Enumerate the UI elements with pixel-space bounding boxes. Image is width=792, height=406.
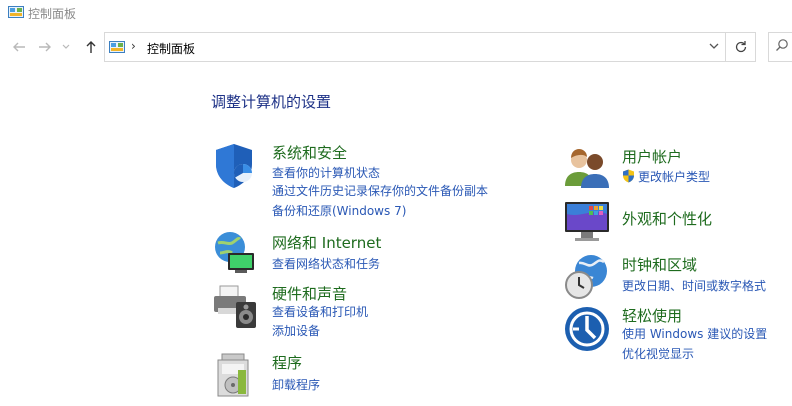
link-backup-restore[interactable]: 备份和还原(Windows 7) <box>272 202 406 219</box>
back-button[interactable] <box>10 38 28 56</box>
address-bar[interactable]: › 控制面板 <box>104 32 726 62</box>
recent-locations-button[interactable] <box>60 38 72 56</box>
category-ease-title[interactable]: 轻松使用 <box>622 305 682 326</box>
category-hardware: 硬件和声音 查看设备和打印机 添加设备 <box>212 282 532 340</box>
category-clock: 时钟和区域 更改日期、时间或数字格式 <box>563 253 788 301</box>
forward-button[interactable] <box>36 38 54 56</box>
users-icon[interactable] <box>563 146 611 194</box>
link-view-computer-status[interactable]: 查看你的计算机状态 <box>272 164 380 181</box>
link-file-history-backup[interactable]: 通过文件历史记录保存你的文件备份副本 <box>272 182 488 199</box>
link-optimize-visual-display[interactable]: 优化视觉显示 <box>622 345 694 362</box>
category-network: 网络和 Internet 查看网络状态和任务 <box>212 231 532 277</box>
control-panel-icon <box>109 41 125 53</box>
breadcrumb-separator[interactable]: › <box>131 39 136 53</box>
link-change-account-type[interactable]: 更改帐户类型 <box>622 168 710 185</box>
window-title: 控制面板 <box>28 7 77 21</box>
chevron-down-icon <box>709 43 719 49</box>
search-icon <box>776 39 788 51</box>
arrow-right-icon <box>39 42 51 52</box>
link-add-device[interactable]: 添加设备 <box>272 322 320 339</box>
category-accounts-title[interactable]: 用户帐户 <box>622 146 682 167</box>
category-appearance-title[interactable]: 外观和个性化 <box>622 208 712 229</box>
printer-speaker-icon[interactable] <box>212 282 260 330</box>
link-devices-printers[interactable]: 查看设备和打印机 <box>272 303 368 320</box>
refresh-button[interactable] <box>726 32 756 62</box>
address-dropdown-button[interactable] <box>709 40 719 53</box>
link-recommended-settings[interactable]: 使用 Windows 建议的设置 <box>622 325 767 342</box>
up-button[interactable] <box>82 38 100 56</box>
arrow-left-icon <box>13 42 25 52</box>
chevron-down-icon <box>62 44 70 49</box>
security-shield-icon[interactable] <box>212 142 260 190</box>
category-security-title[interactable]: 系统和安全 <box>272 142 347 163</box>
appearance-monitor-icon[interactable] <box>563 198 611 246</box>
control-panel-icon <box>8 6 24 18</box>
link-network-status[interactable]: 查看网络状态和任务 <box>272 255 380 272</box>
category-accounts: 用户帐户 更改帐户类型 <box>563 146 788 188</box>
programs-box-icon[interactable] <box>212 350 260 398</box>
category-network-title[interactable]: 网络和 Internet <box>272 232 381 253</box>
arrow-up-icon <box>86 41 96 53</box>
category-programs-title[interactable]: 程序 <box>272 352 302 373</box>
category-clock-title[interactable]: 时钟和区域 <box>622 254 697 275</box>
navigation-bar: › 控制面板 <box>0 30 792 64</box>
category-hardware-title[interactable]: 硬件和声音 <box>272 283 347 304</box>
link-change-date-time-format[interactable]: 更改日期、时间或数字格式 <box>622 277 766 294</box>
category-programs: 程序 卸载程序 <box>212 350 532 398</box>
uac-shield-icon <box>623 169 634 183</box>
link-change-account-type-label: 更改帐户类型 <box>638 170 711 184</box>
search-box[interactable] <box>768 32 792 62</box>
page-title: 调整计算机的设置 <box>211 93 332 111</box>
category-appearance: 外观和个性化 <box>563 198 788 246</box>
category-ease: 轻松使用 使用 Windows 建议的设置 优化视觉显示 <box>563 305 788 361</box>
link-uninstall-program[interactable]: 卸载程序 <box>272 376 320 393</box>
ease-of-access-icon[interactable] <box>563 305 611 353</box>
breadcrumb-control-panel[interactable]: 控制面板 <box>147 40 195 57</box>
refresh-icon <box>735 41 746 53</box>
category-security: 系统和安全 查看你的计算机状态 通过文件历史记录保存你的文件备份副本 备份和还原… <box>212 142 532 222</box>
network-globe-icon[interactable] <box>212 231 260 279</box>
title-bar: 控制面板 <box>0 0 792 26</box>
clock-globe-icon[interactable] <box>563 253 611 301</box>
